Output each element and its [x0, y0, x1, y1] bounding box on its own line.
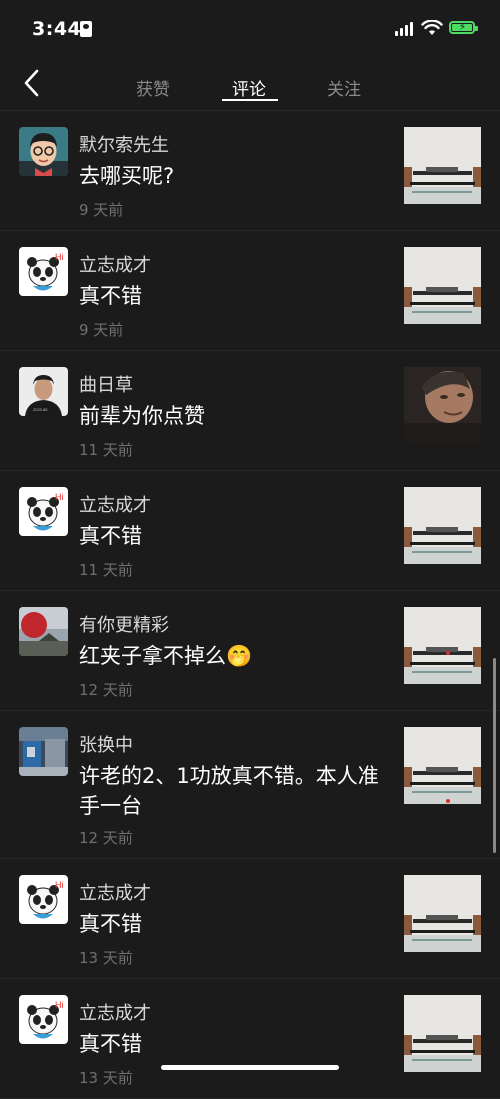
comment-text: 真不错: [79, 524, 142, 548]
commenter-name[interactable]: 立志成才: [79, 251, 151, 277]
comment-text: 红夹子拿不掉么🤭: [79, 644, 253, 668]
tab-likes[interactable]: 获赞: [136, 75, 170, 100]
status-time: 3:44: [32, 18, 82, 40]
svg-text:Hi: Hi: [55, 492, 64, 502]
home-indicator[interactable]: [161, 1065, 339, 1070]
video-thumbnail[interactable]: [404, 607, 481, 684]
comment-text: 真不错: [79, 1032, 142, 1056]
commenter-name[interactable]: 曲日草: [79, 371, 133, 397]
comment-text: 真不错: [79, 284, 142, 308]
status-bar: 3:44 ⚡: [0, 0, 500, 60]
comment-time: 12 天前: [79, 829, 133, 847]
video-thumbnail[interactable]: [404, 487, 481, 564]
active-tab-indicator: [222, 99, 278, 101]
comment-item[interactable]: Hi 立志成才 真不错 9 天前: [0, 231, 500, 351]
commenter-name[interactable]: 立志成才: [79, 999, 151, 1025]
svg-text:Hi: Hi: [55, 1000, 64, 1010]
avatar[interactable]: Hi: [19, 995, 68, 1044]
comment-text: 前辈为你点赞: [79, 404, 205, 428]
comment-time: 13 天前: [79, 1069, 133, 1087]
comment-time: 9 天前: [79, 201, 124, 219]
contact-card-icon: [80, 21, 92, 37]
commenter-name[interactable]: 立志成才: [79, 879, 151, 905]
comment-item[interactable]: Hi 立志成才 真不错 11 天前: [0, 471, 500, 591]
scrollbar[interactable]: [493, 658, 496, 853]
signal-icon: [395, 22, 415, 36]
avatar[interactable]: 2023 88: [19, 367, 68, 416]
comment-text: 去哪买呢?: [79, 164, 175, 188]
avatar[interactable]: [19, 607, 68, 656]
comment-time: 12 天前: [79, 681, 133, 699]
tab-follows[interactable]: 关注: [327, 75, 361, 100]
video-thumbnail[interactable]: [404, 875, 481, 952]
video-thumbnail[interactable]: [404, 367, 481, 444]
avatar[interactable]: Hi: [19, 875, 68, 924]
comment-time: 11 天前: [79, 561, 133, 579]
back-arrow-icon[interactable]: [18, 68, 48, 98]
comment-time: 11 天前: [79, 441, 133, 459]
avatar[interactable]: [19, 727, 68, 776]
comment-item[interactable]: 2023 88 曲日草 前辈为你点赞 11 天前: [0, 351, 500, 471]
video-thumbnail[interactable]: [404, 247, 481, 324]
comment-time: 13 天前: [79, 949, 133, 967]
comment-item[interactable]: 张换中 许老的2、1功放真不错。本人准手一台 12 天前: [0, 711, 500, 859]
svg-text:Hi: Hi: [55, 880, 64, 890]
video-thumbnail[interactable]: [404, 727, 481, 804]
svg-text:2023 88: 2023 88: [33, 407, 48, 412]
battery-icon: ⚡: [449, 21, 478, 34]
commenter-name[interactable]: 张换中: [79, 731, 133, 757]
wifi-icon: [421, 20, 443, 35]
top-nav: 获赞 评论 关注: [0, 60, 500, 110]
video-thumbnail[interactable]: [404, 995, 481, 1072]
commenter-name[interactable]: 默尔索先生: [79, 131, 169, 157]
avatar[interactable]: Hi: [19, 247, 68, 296]
svg-text:Hi: Hi: [55, 252, 64, 262]
avatar[interactable]: Hi: [19, 487, 68, 536]
commenter-name[interactable]: 有你更精彩: [79, 611, 169, 637]
avatar[interactable]: [19, 127, 68, 176]
comment-item[interactable]: 默尔索先生 去哪买呢? 9 天前: [0, 111, 500, 231]
commenter-name[interactable]: 立志成才: [79, 491, 151, 517]
comment-time: 9 天前: [79, 321, 124, 339]
comment-item[interactable]: Hi 立志成才 真不错 13 天前: [0, 859, 500, 979]
tab-comments[interactable]: 评论: [232, 75, 266, 100]
comment-item[interactable]: 有你更精彩 红夹子拿不掉么🤭 12 天前: [0, 591, 500, 711]
comment-list[interactable]: 默尔索先生 去哪买呢? 9 天前 Hi 立志成才 真不错 9 天前 2023 8…: [0, 111, 500, 1099]
comment-item[interactable]: Hi 立志成才 真不错 13 天前: [0, 979, 500, 1099]
comment-text: 许老的2、1功放真不错。本人准手一台: [79, 764, 379, 818]
comment-text: 真不错: [79, 912, 142, 936]
video-thumbnail[interactable]: [404, 127, 481, 204]
